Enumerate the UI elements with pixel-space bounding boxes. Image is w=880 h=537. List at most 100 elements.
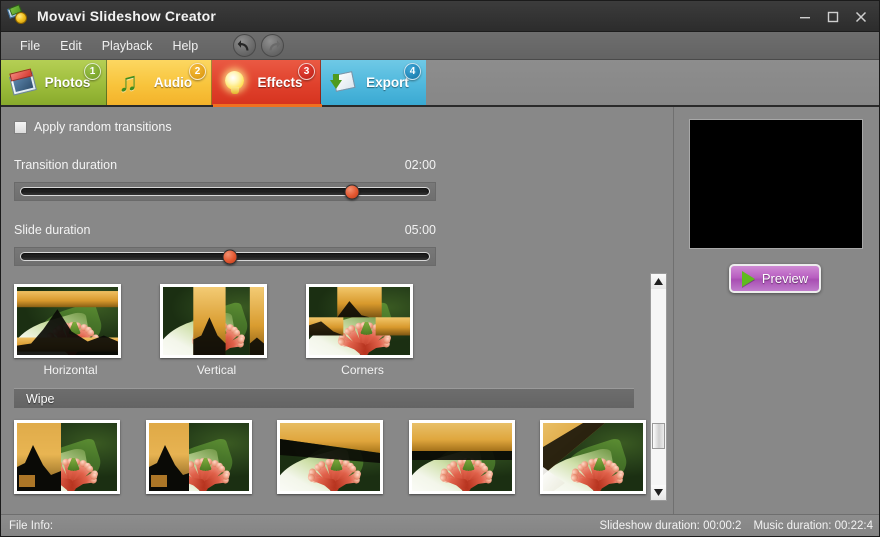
transition-preview-image (411, 423, 512, 491)
transition-preview-image (163, 287, 264, 355)
wipe-item-3[interactable] (277, 420, 391, 494)
slide-duration-slider[interactable] (14, 247, 436, 266)
transition-duration-value: 02:00 (404, 158, 436, 172)
transition-duration-groove (20, 187, 430, 196)
slide-duration-block: Slide duration 05:00 (14, 223, 436, 266)
group-header-wipe: Wipe (14, 388, 634, 408)
wipe-transitions-row (14, 420, 654, 494)
scrollbar-track[interactable] (651, 289, 666, 485)
flower-bloom (438, 428, 496, 491)
history-buttons (233, 34, 285, 57)
title-bar: Movavi Slideshow Creator (1, 1, 879, 32)
transition-preview-image (17, 423, 117, 491)
scroll-up-icon[interactable] (651, 274, 666, 289)
maximize-icon[interactable] (819, 5, 847, 29)
transition-thumbnail[interactable] (145, 420, 252, 494)
preview-panel: Preview (673, 107, 879, 514)
menu-item-playback[interactable]: Playback (93, 36, 162, 56)
tab-photos[interactable]: Photos 1 (1, 60, 107, 105)
window-controls (791, 1, 875, 32)
minimize-icon[interactable] (791, 5, 819, 29)
apply-random-transitions-row[interactable]: Apply random transitions (14, 118, 673, 136)
flower-bloom (43, 292, 102, 355)
transition-duration-label: Transition duration (14, 158, 118, 172)
music-duration: Music duration: 00:22:4 (753, 519, 873, 532)
transitions-scrollbar[interactable] (650, 273, 667, 501)
tab-effects-badge: 3 (298, 63, 315, 80)
wipe-item-2[interactable] (145, 420, 260, 494)
movavi-app-icon (6, 4, 30, 26)
apply-random-transitions-label: Apply random transitions (34, 120, 172, 134)
transitions-list: Horizontal Vertical Corners Wipe (14, 284, 654, 494)
transition-thumbnail[interactable] (540, 420, 647, 494)
main-body: Apply random transitions Transition dura… (1, 107, 879, 514)
duration-info: Slideshow duration: 00:00:2 Music durati… (600, 520, 873, 532)
menu-item-help[interactable]: Help (163, 36, 207, 56)
application-window: Movavi Slideshow Creator File Edit Playb… (0, 0, 880, 537)
transition-label: Horizontal (43, 363, 98, 377)
transition-duration-block: Transition duration 02:00 (14, 158, 436, 201)
transition-label: Vertical (196, 363, 237, 377)
close-icon[interactable] (847, 5, 875, 29)
window-title: Movavi Slideshow Creator (37, 8, 217, 24)
tab-photos-badge: 1 (84, 63, 101, 80)
flower-bloom (335, 292, 394, 355)
transition-item-corners[interactable]: Corners (306, 284, 431, 377)
tab-audio[interactable]: ♫ Audio 2 (107, 60, 212, 105)
audio-note-icon: ♫ (118, 66, 139, 97)
tab-export[interactable]: Export 4 (321, 60, 426, 105)
slide-duration-handle[interactable] (222, 249, 238, 264)
transition-preview-image (309, 287, 410, 355)
wipe-item-1[interactable] (14, 420, 128, 494)
preview-button[interactable]: Preview (729, 264, 821, 293)
slide-duration-label: Slide duration (14, 223, 91, 237)
play-triangle-icon (741, 270, 755, 287)
flower-bloom (189, 292, 248, 355)
transition-thumbnail[interactable] (306, 284, 413, 358)
transition-duration-slider[interactable] (14, 182, 436, 201)
transition-label: Corners (341, 363, 384, 377)
wipe-item-4[interactable] (408, 420, 523, 494)
photos-icon (7, 66, 41, 100)
top-transitions-row: Horizontal Vertical Corners (14, 284, 654, 377)
transition-item-horizontal[interactable]: Horizontal (14, 284, 139, 377)
flower-bloom (306, 428, 364, 491)
menu-item-file[interactable]: File (11, 36, 49, 56)
flower-bloom (569, 428, 627, 491)
scrollbar-thumb[interactable] (652, 423, 665, 449)
menu-item-edit[interactable]: Edit (51, 36, 91, 56)
transition-thumbnail[interactable] (408, 420, 515, 494)
preview-button-label: Preview (761, 271, 809, 286)
transition-preview-image (148, 423, 249, 491)
tab-export-badge: 4 (404, 63, 421, 80)
file-info-label: File Info: (9, 519, 54, 532)
slide-duration-value: 05:00 (404, 223, 436, 237)
lightbulb-icon (218, 66, 252, 100)
slideshow-duration: Slideshow duration: 00:00:2 (599, 519, 742, 532)
tab-bar: Photos 1 ♫ Audio 2 Effects 3 Export 4 (1, 60, 879, 107)
redo-arrow-icon[interactable] (261, 34, 285, 57)
flower-bloom (43, 428, 101, 491)
transition-thumbnail[interactable] (14, 420, 120, 494)
status-bar: File Info: Slideshow duration: 00:00:2 M… (1, 514, 879, 536)
flower-bloom (175, 428, 233, 491)
menu-bar: File Edit Playback Help (1, 32, 879, 60)
transition-thumbnail[interactable] (14, 284, 121, 358)
transition-preview-image (280, 423, 381, 491)
transition-thumbnail[interactable] (160, 284, 267, 358)
transition-thumbnail[interactable] (277, 420, 384, 494)
tab-audio-badge: 2 (189, 63, 206, 80)
wipe-item-5[interactable] (540, 420, 654, 494)
apply-random-transitions-checkbox[interactable] (14, 120, 27, 134)
undo-arrow-icon[interactable] (233, 34, 257, 57)
scroll-down-icon[interactable] (651, 485, 666, 500)
effects-settings-panel: Apply random transitions Transition dura… (1, 107, 673, 514)
preview-screen[interactable] (689, 119, 863, 249)
transition-preview-image (17, 287, 118, 355)
transition-duration-handle[interactable] (344, 184, 360, 199)
transition-item-vertical[interactable]: Vertical (160, 284, 285, 377)
export-icon (327, 66, 361, 100)
transition-preview-image (543, 423, 644, 491)
group-title: Wipe (26, 391, 55, 406)
tab-effects[interactable]: Effects 3 (212, 60, 321, 105)
